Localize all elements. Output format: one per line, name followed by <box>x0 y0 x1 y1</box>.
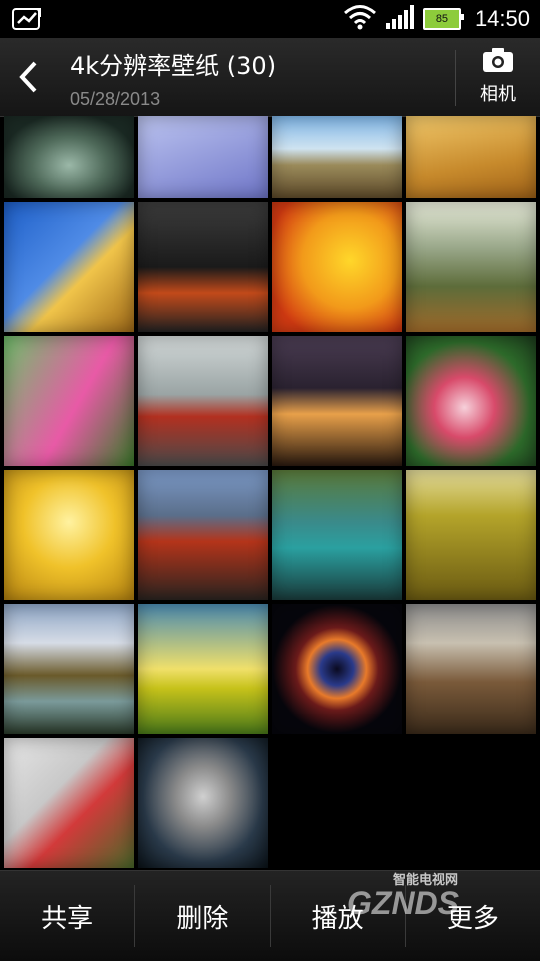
tile-butterfly-flowers[interactable] <box>4 738 134 868</box>
tile-helix-nebula[interactable] <box>272 604 402 734</box>
watermark-brand: GZNDS <box>347 885 460 921</box>
tile-sand-dunes[interactable] <box>406 116 536 198</box>
tile-blossom-branch[interactable] <box>4 202 134 332</box>
tile-pink-flowers[interactable] <box>406 336 536 466</box>
album-header: 4k分辨率壁纸 (30) 05/28/2013 相机 <box>0 38 540 117</box>
photo-grid <box>4 116 536 870</box>
tile-red-car-road[interactable] <box>138 336 268 466</box>
tile-city-bridge[interactable] <box>272 336 402 466</box>
album-title-block: 4k分辨率壁纸 (30) 05/28/2013 <box>70 46 276 110</box>
camera-icon <box>483 48 513 72</box>
tile-tulips[interactable] <box>4 336 134 466</box>
tile-sunset-sky[interactable] <box>138 604 268 734</box>
header-divider <box>455 50 456 106</box>
signal-icon <box>385 5 415 33</box>
tile-yellow-flowers[interactable] <box>272 202 402 332</box>
tile-mountain-lake[interactable] <box>4 604 134 734</box>
status-bar: 85 14:50 <box>0 0 540 38</box>
album-date: 05/28/2013 <box>70 89 161 109</box>
back-button[interactable] <box>8 52 48 102</box>
tile-misty-forest[interactable] <box>406 202 536 332</box>
album-title: 4k分辨率壁纸 (30) <box>70 52 277 80</box>
back-arrow-icon <box>19 61 37 93</box>
tile-colosseum[interactable] <box>406 604 536 734</box>
wifi-icon <box>343 4 377 34</box>
tile-sports-car-dark[interactable] <box>138 202 268 332</box>
tile-river-rapids[interactable] <box>272 470 402 600</box>
battery-icon: 85 <box>422 8 464 30</box>
tile-golden-dandelion[interactable] <box>4 470 134 600</box>
camera-button[interactable]: 相机 <box>458 46 538 112</box>
clock: 14:50 <box>474 6 530 31</box>
notification-icon <box>12 7 42 35</box>
delete-button[interactable]: 删除 <box>135 871 269 961</box>
tile-tree-savanna[interactable] <box>272 116 402 198</box>
tile-farm-field[interactable] <box>406 470 536 600</box>
share-button[interactable]: 共享 <box>0 871 134 961</box>
watermark-logo: 智能电视网 GZNDS <box>345 862 495 922</box>
tile-android-robot[interactable] <box>138 116 268 198</box>
camera-label: 相机 <box>480 84 516 105</box>
tile-city-street[interactable] <box>138 470 268 600</box>
battery-level: 85 <box>435 13 449 25</box>
tile-microphone[interactable] <box>138 738 268 868</box>
tile-glass-globe[interactable] <box>4 116 134 198</box>
